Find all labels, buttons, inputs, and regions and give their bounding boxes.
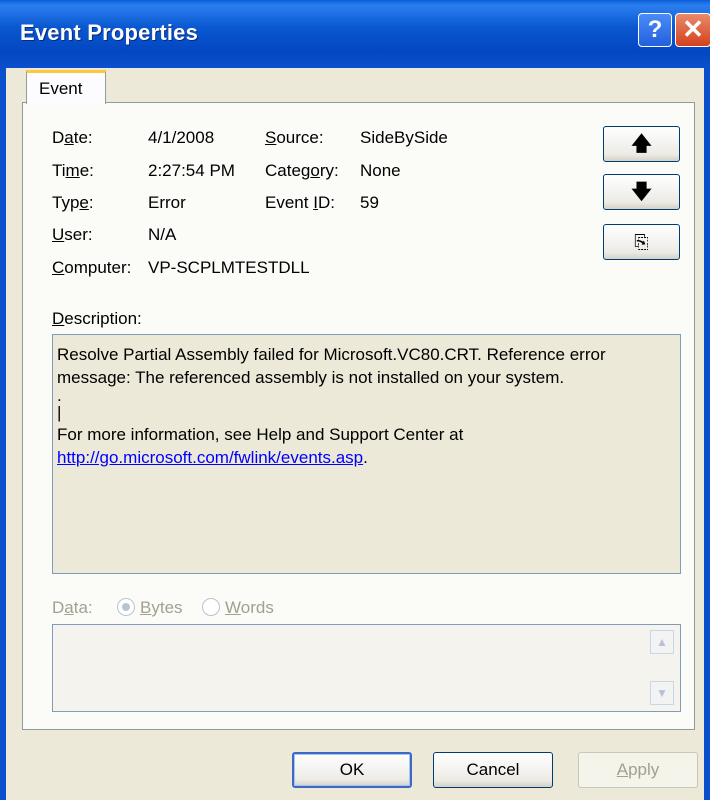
ok-button[interactable]: OK (292, 752, 412, 788)
copy-icon: ⎘ (634, 232, 649, 252)
help-icon: ? (647, 16, 663, 43)
category-label: Category: (265, 161, 339, 180)
description-label: Description: (52, 309, 142, 328)
event-id-value: 59 (360, 193, 379, 212)
date-label: Date: (52, 128, 93, 147)
description-line: Resolve Partial Assembly failed for Micr… (57, 345, 606, 364)
help-link[interactable]: http://go.microsoft.com/fwlink/events.as… (57, 448, 363, 467)
user-label: User: (52, 225, 93, 244)
arrow-down-icon: 🡇 (631, 181, 652, 203)
source-label: Source: (265, 128, 324, 147)
text-cursor: | (57, 403, 62, 422)
tab-event-label: Event (39, 79, 83, 98)
description-line: For more information, see Help and Suppo… (57, 425, 464, 444)
description-line: . (57, 386, 62, 405)
description-line: message: The referenced assembly is not … (57, 368, 565, 387)
bytes-radio-label[interactable]: Bytes (140, 598, 183, 618)
copy-button[interactable]: ⎘ (603, 224, 680, 260)
time-label: Time: (52, 161, 94, 180)
radio-selected-dot (122, 603, 130, 611)
cancel-button[interactable]: Cancel (433, 752, 553, 788)
next-event-button[interactable]: 🡇 (603, 174, 680, 210)
scroll-up-button[interactable]: ▲ (650, 630, 674, 654)
help-link-line: http://go.microsoft.com/fwlink/events.as… (57, 448, 368, 467)
close-icon: ✕ (682, 14, 704, 44)
window-frame-right (704, 68, 710, 800)
computer-value: VP-SCPLMTESTDLL (148, 258, 310, 277)
date-value: 4/1/2008 (148, 128, 215, 147)
data-label: Data: (52, 598, 93, 617)
bytes-radio[interactable] (117, 598, 135, 616)
source-value: SideBySide (360, 128, 448, 147)
title-bar[interactable]: Event Properties ? ✕ (0, 0, 710, 68)
data-textbox[interactable] (52, 624, 681, 712)
event-id-label: Event ID: (265, 193, 335, 212)
window-frame-left (0, 68, 6, 800)
time-value: 2:27:54 PM (148, 161, 235, 180)
window-title: Event Properties (20, 20, 199, 45)
apply-button[interactable]: Apply (578, 752, 698, 788)
scroll-down-button[interactable]: ▼ (650, 681, 674, 705)
close-button[interactable]: ✕ (675, 13, 710, 47)
type-label: Type: (52, 193, 94, 212)
tab-event[interactable]: Event (26, 70, 106, 104)
help-button[interactable]: ? (638, 13, 672, 47)
description-textbox[interactable]: Resolve Partial Assembly failed for Micr… (52, 334, 681, 574)
scroll-up-icon: ▲ (656, 635, 668, 649)
scroll-down-icon: ▼ (656, 686, 668, 700)
type-value: Error (148, 193, 186, 212)
previous-event-button[interactable]: 🡅 (603, 126, 680, 162)
computer-label: Computer: (52, 258, 132, 277)
words-radio-label[interactable]: Words (225, 598, 274, 618)
words-radio[interactable] (202, 598, 220, 616)
arrow-up-icon: 🡅 (631, 133, 652, 155)
category-value: None (360, 161, 401, 180)
user-value: N/A (148, 225, 177, 244)
